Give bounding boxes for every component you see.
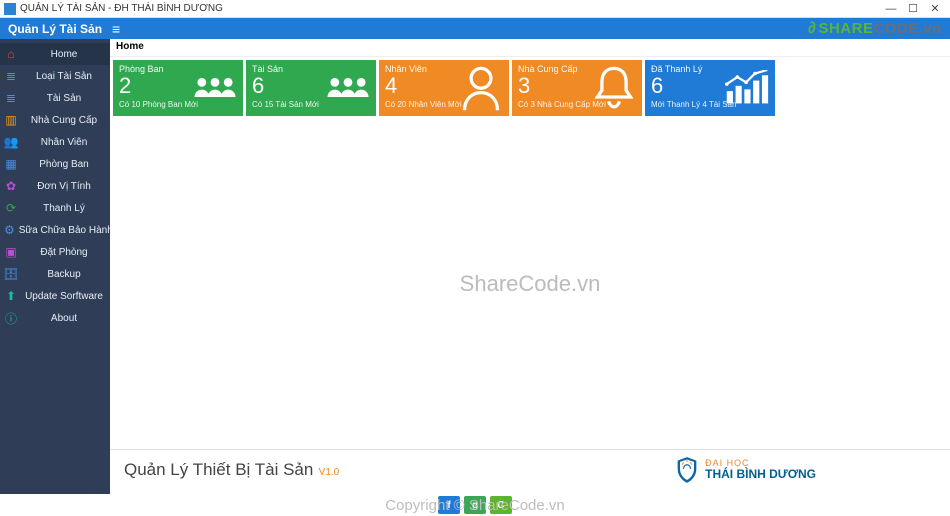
card-nha-cung-cap[interactable]: Nhà Cung Cấp 3 Có 3 Nhà Cung Cấp Mới <box>512 60 642 116</box>
app-icon <box>4 3 16 15</box>
social-chip[interactable]: g <box>464 496 486 514</box>
people-icon: 👥 <box>4 135 18 149</box>
sidebar-item-label: Update Sorftware <box>22 291 106 302</box>
window-title: QUẢN LÝ TÀI SẢN - ĐH THÁI BÌNH DƯƠNG <box>20 3 223 14</box>
main-content: Home Phòng Ban 2 Có 10 Phòng Ban Mới Tài… <box>110 39 950 494</box>
sidebar-item-label: Nhà Cung Cấp <box>22 115 106 126</box>
breadcrumb: Home <box>110 39 950 57</box>
office-icon: ▦ <box>4 157 18 171</box>
database-icon: 🗄 <box>4 267 18 281</box>
sidebar-item-label: Sữa Chữa Bảo Hành <box>19 225 113 236</box>
dashboard-cards: Phòng Ban 2 Có 10 Phòng Ban Mới Tài Sản … <box>110 57 950 119</box>
social-chip[interactable]: C <box>490 496 512 514</box>
sidebar-item-label: Home <box>22 49 106 60</box>
uni-line2: THÁI BÌNH DƯƠNG <box>705 468 816 481</box>
minimize-button[interactable]: — <box>880 3 902 15</box>
card-phong-ban[interactable]: Phòng Ban 2 Có 10 Phòng Ban Mới <box>113 60 243 116</box>
list-icon: ≣ <box>4 91 18 105</box>
sidebar-item-loai-tai-san[interactable]: ≣ Loại Tài Sản <box>0 65 110 87</box>
info-icon: ⓘ <box>4 311 18 325</box>
sidebar-item-thanh-ly[interactable]: ⟳ Thanh Lý <box>0 197 110 219</box>
sidebar-item-label: About <box>22 313 106 324</box>
footer-version: V1.0 <box>319 467 340 478</box>
university-logo: ĐẠI HỌC THÁI BÌNH DƯƠNG <box>675 456 816 484</box>
social-chip[interactable]: f <box>438 496 460 514</box>
bell-icon <box>592 66 636 110</box>
sidebar-item-label: Backup <box>22 269 106 280</box>
logo-swirl-icon: ∂ <box>808 20 816 37</box>
sidebar-item-label: Đơn Vị Tính <box>22 181 106 192</box>
sidebar: ⌂ Home ≣ Loại Tài Sản ≣ Tài Sản ▥ Nhà Cu… <box>0 39 110 494</box>
menu-toggle-icon[interactable]: ≡ <box>112 21 120 37</box>
footer: Quản Lý Thiết Bị Tài Sản V1.0 ĐẠI HỌC TH… <box>110 449 950 494</box>
card-nhan-vien[interactable]: Nhân Viên 4 Có 20 Nhân Viên Mới <box>379 60 509 116</box>
close-button[interactable]: ✕ <box>924 2 946 15</box>
sidebar-item-phong-ban[interactable]: ▦ Phòng Ban <box>0 153 110 175</box>
sidebar-item-label: Đặt Phòng <box>22 247 106 258</box>
chart-icon <box>725 66 769 110</box>
sharecode-logo: ∂SHARECODE.vn <box>808 20 942 38</box>
window-titlebar: QUẢN LÝ TÀI SẢN - ĐH THÁI BÌNH DƯƠNG — ☐… <box>0 0 950 18</box>
sidebar-item-label: Loại Tài Sản <box>22 71 106 82</box>
sidebar-item-about[interactable]: ⓘ About <box>0 307 110 329</box>
sidebar-item-label: Nhân Viên <box>22 137 106 148</box>
watermark: ShareCode.vn <box>460 271 601 297</box>
calendar-icon: ▣ <box>4 245 18 259</box>
sidebar-item-update[interactable]: ⬆ Update Sorftware <box>0 285 110 307</box>
sidebar-item-tai-san[interactable]: ≣ Tài Sản <box>0 87 110 109</box>
sidebar-item-home[interactable]: ⌂ Home <box>0 43 110 65</box>
footer-title: Quản Lý Thiết Bị Tài Sản <box>124 460 313 479</box>
sidebar-item-nha-cung-cap[interactable]: ▥ Nhà Cung Cấp <box>0 109 110 131</box>
person-icon <box>459 66 503 110</box>
sidebar-item-label: Thanh Lý <box>22 203 106 214</box>
sidebar-item-dat-phong[interactable]: ▣ Đặt Phòng <box>0 241 110 263</box>
sidebar-item-label: Tài Sản <box>22 93 106 104</box>
maximize-button[interactable]: ☐ <box>902 2 924 15</box>
users-icon <box>326 66 370 110</box>
wrench-icon: ⚙ <box>4 223 15 237</box>
topbar: Quản Lý Tài Sản ≡ ∂SHARECODE.vn <box>0 18 950 39</box>
sidebar-item-sua-chua[interactable]: ⚙ Sữa Chữa Bảo Hành <box>0 219 110 241</box>
card-tai-san[interactable]: Tài Sản 6 Có 15 Tài Sản Mới <box>246 60 376 116</box>
sidebar-item-nhan-vien[interactable]: 👥 Nhân Viên <box>0 131 110 153</box>
app-title: Quản Lý Tài Sản <box>8 22 102 36</box>
gear-icon: ✿ <box>4 179 18 193</box>
bottombar: f g C Copyright © ShareCode.vn <box>0 494 950 516</box>
update-icon: ⬆ <box>4 289 18 303</box>
sidebar-item-backup[interactable]: 🗄 Backup <box>0 263 110 285</box>
shield-icon <box>675 456 699 484</box>
content-area: ShareCode.vn <box>110 119 950 449</box>
home-icon: ⌂ <box>4 47 18 61</box>
sidebar-item-label: Phòng Ban <box>22 159 106 170</box>
users-icon <box>193 66 237 110</box>
recycle-icon: ⟳ <box>4 201 18 215</box>
list-icon: ≣ <box>4 69 18 83</box>
building-icon: ▥ <box>4 113 18 127</box>
sidebar-item-don-vi-tinh[interactable]: ✿ Đơn Vị Tính <box>0 175 110 197</box>
card-da-thanh-ly[interactable]: Đã Thanh Lý 6 Mới Thanh Lý 4 Tài Sản <box>645 60 775 116</box>
